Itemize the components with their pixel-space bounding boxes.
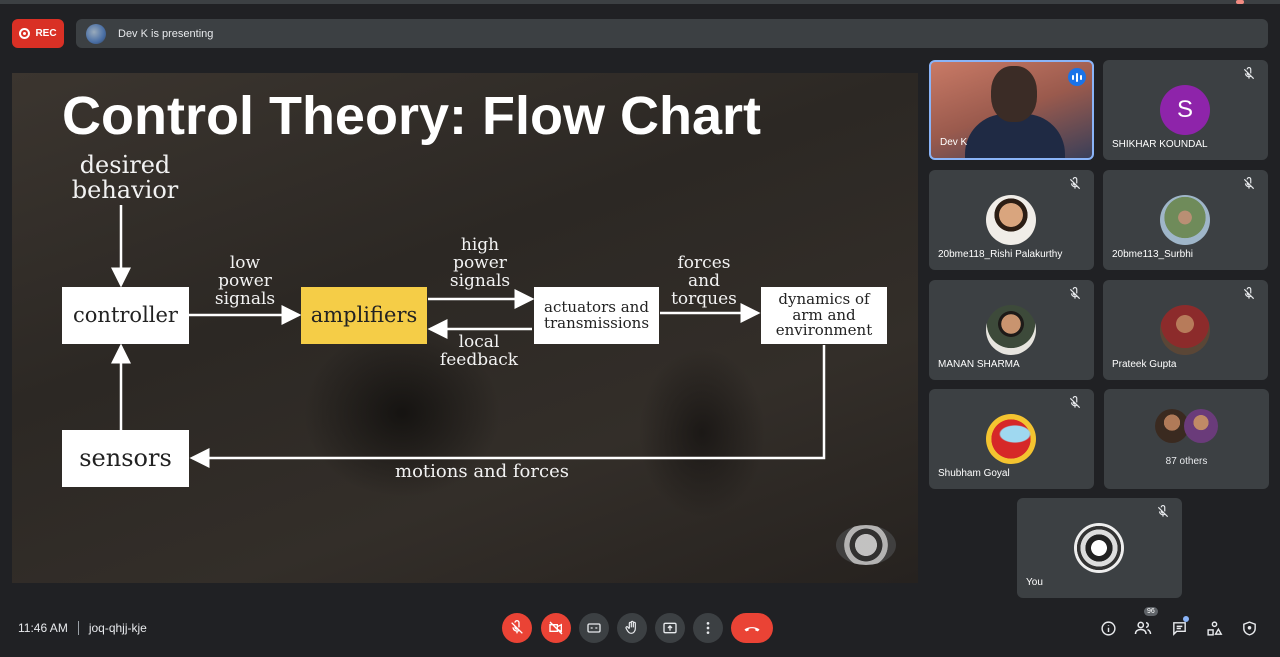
participant-name: Prateek Gupta (1112, 359, 1177, 370)
mic-toggle-button[interactable] (502, 613, 532, 643)
mic-off-icon (1069, 177, 1081, 190)
meeting-details-button[interactable] (1099, 619, 1117, 637)
forces-torques-label: forces and torques (671, 253, 737, 309)
mic-off-icon (1243, 287, 1255, 300)
avatar: S (1160, 85, 1210, 135)
meeting-info: 11:46 AM joq-qhjj-kje (18, 621, 147, 635)
present-screen-icon (663, 622, 677, 634)
window-indicator (1236, 0, 1244, 4)
meeting-code: joq-qhjj-kje (88, 621, 147, 635)
participant-tile-dev-k[interactable]: Dev K (929, 60, 1094, 160)
avatar (1160, 195, 1210, 245)
mic-off-icon (1069, 396, 1081, 409)
participant-tile-you[interactable]: You (1017, 498, 1182, 598)
sensors-box: sensors (62, 430, 189, 487)
participant-tile-shubham[interactable]: Shubham Goyal (929, 389, 1094, 489)
activities-icon (1206, 620, 1222, 636)
participant-tile-surbhi[interactable]: 20bme113_Surbhi (1103, 170, 1268, 270)
low-power-signals-label: low power signals (214, 253, 276, 309)
more-options-button[interactable] (693, 613, 723, 643)
camera-off-icon (549, 621, 563, 635)
participant-tile-shikhar[interactable]: S SHIKHAR KOUNDAL (1103, 60, 1268, 160)
avatar (986, 195, 1036, 245)
participant-name: SHIKHAR KOUNDAL (1112, 139, 1208, 150)
divider (77, 621, 79, 635)
mic-off-icon (1243, 67, 1255, 80)
host-controls-button[interactable] (1240, 619, 1258, 637)
local-feedback-label: local feedback (439, 332, 519, 370)
captions-button[interactable] (579, 613, 609, 643)
mic-off-icon (511, 620, 523, 634)
avatar (1160, 305, 1210, 355)
avatar (986, 305, 1036, 355)
recording-label: REC (35, 28, 57, 39)
participant-tile-manan[interactable]: MANAN SHARMA (929, 280, 1094, 380)
mic-off-icon (1157, 505, 1169, 518)
people-count-badge: 96 (1144, 607, 1158, 616)
participant-tile-others[interactable]: 87 others (1104, 389, 1269, 489)
shield-icon (1242, 620, 1256, 636)
high-power-signals-label: high power signals (449, 235, 511, 291)
captions-icon (587, 623, 601, 633)
speaking-indicator-icon (1068, 68, 1086, 86)
others-count: 87 others (1165, 456, 1208, 467)
shared-slide: Control Theory: Flow Chart desired behav… (12, 73, 918, 583)
mic-off-icon (1243, 177, 1255, 190)
hang-up-icon (744, 627, 760, 632)
info-icon (1100, 620, 1116, 636)
participant-name: 20bme113_Surbhi (1112, 249, 1193, 260)
dynamics-box: dynamics of arm and environment (761, 287, 887, 344)
mic-off-icon (1069, 287, 1081, 300)
record-icon (19, 28, 31, 39)
presenting-bar: Dev K is presenting (76, 19, 1268, 48)
present-button[interactable] (655, 613, 685, 643)
chat-icon (1172, 621, 1186, 636)
hand-icon (625, 620, 636, 634)
camera-toggle-button[interactable] (541, 613, 571, 643)
people-button[interactable] (1134, 619, 1152, 637)
avatar (1074, 523, 1124, 573)
people-icon (1134, 621, 1152, 635)
participant-video-face (991, 66, 1037, 122)
slide-title: Control Theory: Flow Chart (62, 86, 761, 146)
participant-name: You (1026, 577, 1043, 588)
recording-button[interactable]: REC (12, 19, 64, 48)
bottom-bar: 11:46 AM joq-qhjj-kje 96 (0, 600, 1280, 657)
presenter-avatar (86, 23, 106, 44)
desired-behavior-label: desired behavior (71, 151, 179, 205)
raise-hand-button[interactable] (617, 613, 647, 643)
activities-button[interactable] (1205, 619, 1223, 637)
motions-forces-label: motions and forces (395, 461, 569, 482)
clock-time: 11:46 AM (18, 621, 68, 635)
presenting-text: Dev K is presenting (118, 27, 214, 40)
actuators-box: actuators and transmissions (534, 287, 659, 344)
amplifiers-box: amplifiers (301, 287, 427, 344)
chat-notification-dot (1183, 616, 1189, 622)
participant-tile-prateek[interactable]: Prateek Gupta (1103, 280, 1268, 380)
participant-name: Shubham Goyal (938, 468, 1010, 479)
avatar (986, 414, 1036, 464)
participant-name: MANAN SHARMA (938, 359, 1020, 370)
controller-box: controller (62, 287, 189, 344)
leave-call-button[interactable] (731, 613, 773, 643)
window-top-strip (0, 0, 1280, 4)
participant-name: Dev K (940, 137, 968, 148)
participant-name: 20bme118_Rishi Palakurthy (938, 249, 1063, 260)
more-vert-icon (706, 622, 710, 634)
avatar (1184, 409, 1218, 443)
participant-tile-rishi[interactable]: 20bme118_Rishi Palakurthy (929, 170, 1094, 270)
